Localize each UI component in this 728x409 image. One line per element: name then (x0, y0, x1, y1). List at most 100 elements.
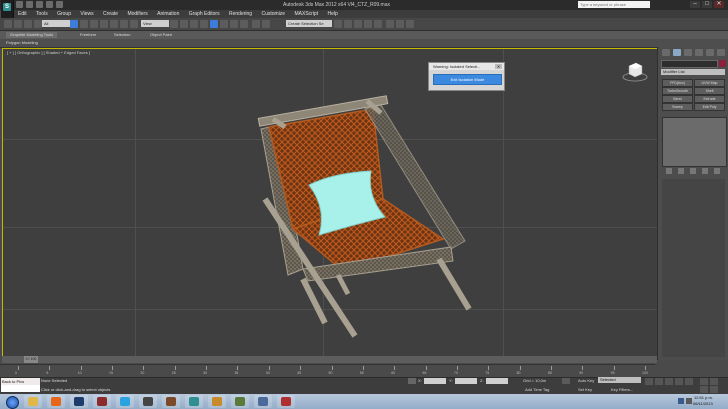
snaps-icon[interactable] (200, 20, 208, 28)
select-by-name-icon[interactable] (80, 20, 88, 28)
layer-manager-icon[interactable] (334, 20, 342, 28)
render-icon[interactable] (406, 20, 414, 28)
manipulate-icon[interactable] (180, 20, 188, 28)
orbit-icon[interactable] (700, 386, 708, 393)
motion-tab-icon[interactable] (695, 49, 703, 56)
show-end-result-icon[interactable] (678, 168, 684, 174)
save-icon[interactable] (36, 1, 43, 8)
align-icon[interactable] (262, 20, 270, 28)
menu-views[interactable]: Views (80, 10, 93, 18)
search-input[interactable] (578, 1, 650, 8)
select-object-icon[interactable] (70, 20, 78, 28)
lock-selection-icon[interactable] (408, 378, 416, 384)
modifier-button-turbosmooth[interactable]: TurboSmooth (662, 87, 693, 95)
utilities-tab-icon[interactable] (717, 49, 725, 56)
menu-maxscript[interactable]: MAXScript (294, 10, 318, 18)
tab-object-paint[interactable]: Object Paint (150, 32, 172, 38)
hierarchy-tab-icon[interactable] (684, 49, 692, 56)
minimize-button[interactable]: – (690, 1, 700, 8)
open-file-icon[interactable] (26, 1, 33, 8)
remove-modifier-icon[interactable] (702, 168, 708, 174)
key-mode-icon[interactable] (562, 378, 570, 384)
time-slider[interactable]: 0 / 100 (2, 356, 657, 363)
maximize-viewport-icon[interactable] (710, 386, 718, 393)
dialog-close-button[interactable]: ✕ (495, 64, 502, 69)
pan-icon[interactable] (710, 378, 718, 385)
modifier-button-sweep[interactable]: Sweep (662, 103, 693, 111)
redo-icon[interactable] (14, 20, 22, 28)
object-color-swatch[interactable] (719, 60, 726, 67)
schematic-view-icon[interactable] (364, 20, 372, 28)
modifier-button-shell[interactable]: Shell (694, 87, 725, 95)
modifier-button-extrude[interactable]: Extrude (694, 95, 725, 103)
taskbar-app-button[interactable] (70, 395, 88, 408)
taskbar-app-button[interactable] (162, 395, 180, 408)
tab-freeform[interactable]: Freeform (80, 32, 96, 38)
mirror-icon[interactable] (252, 20, 260, 28)
y-coordinate-field[interactable] (455, 378, 477, 384)
modifier-stack[interactable] (662, 117, 727, 167)
modifier-button-edit-poly[interactable]: Edit Poly (694, 103, 725, 111)
unlink-icon[interactable] (34, 20, 42, 28)
exit-isolation-mode-button[interactable]: Exit Isolation Mode (433, 74, 502, 85)
taskbar-app-button[interactable] (231, 395, 249, 408)
rotate-icon[interactable] (120, 20, 128, 28)
reference-coordinate-dropdown[interactable]: View (141, 20, 169, 27)
play-icon[interactable] (665, 378, 673, 385)
close-button[interactable]: ✕ (714, 1, 724, 8)
taskbar-app-button[interactable] (24, 395, 42, 408)
undo-icon[interactable] (46, 1, 53, 8)
menu-customize[interactable]: Customize (261, 10, 285, 18)
app-menu-button[interactable]: S (1, 0, 14, 18)
object-name-field[interactable] (661, 60, 718, 68)
make-unique-icon[interactable] (690, 168, 696, 174)
polygon-modeling-label[interactable]: Polygon Modeling (6, 40, 38, 45)
maxscript-listener-output[interactable] (1, 385, 40, 392)
selection-filter-dropdown[interactable]: All (42, 20, 70, 27)
taskbar-app-button[interactable] (139, 395, 157, 408)
set-key-button[interactable]: Set Key (578, 387, 592, 392)
graphite-tools-icon[interactable] (344, 20, 352, 28)
rendered-frame-icon[interactable] (396, 20, 404, 28)
menu-modifiers[interactable]: Modifiers (127, 10, 147, 18)
move-icon[interactable] (110, 20, 118, 28)
redo-icon[interactable] (56, 1, 63, 8)
modifier-button-bend[interactable]: Bend (662, 95, 693, 103)
viewcube-icon[interactable] (622, 60, 648, 82)
volume-tray-icon[interactable] (686, 398, 692, 404)
material-editor-icon[interactable] (374, 20, 382, 28)
go-to-start-icon[interactable] (645, 378, 653, 385)
pivot-icon[interactable] (170, 20, 178, 28)
time-slider-handle[interactable]: 0 / 100 (24, 356, 38, 363)
track-bar[interactable]: 0 5 10 15 20 25 30 35 40 45 50 55 60 65 70 75 80 85 90 95 10… (0, 364, 655, 377)
taskbar-app-button[interactable] (93, 395, 111, 408)
chair-model[interactable] (3, 49, 658, 356)
menu-tools[interactable]: Tools (36, 10, 48, 18)
taskbar-app-button[interactable] (116, 395, 134, 408)
key-filters-button[interactable]: Key Filters... (611, 387, 633, 392)
menu-rendering[interactable]: Rendering (229, 10, 252, 18)
maximize-button[interactable]: □ (702, 1, 712, 8)
modifier-button-uvw-map[interactable]: UVW Map (694, 79, 725, 87)
scale-icon[interactable] (130, 20, 138, 28)
taskbar-app-button[interactable] (208, 395, 226, 408)
window-crossing-icon[interactable] (100, 20, 108, 28)
x-coordinate-field[interactable] (424, 378, 446, 384)
dialog-title-bar[interactable]: Warning: Isolated Selecti... (429, 63, 504, 70)
link-icon[interactable] (24, 20, 32, 28)
z-coordinate-field[interactable] (486, 378, 508, 384)
pin-stack-icon[interactable] (666, 168, 672, 174)
spinner-snap-icon[interactable] (230, 20, 238, 28)
menu-animation[interactable]: Animation (157, 10, 179, 18)
modifier-button-ffd[interactable]: FFD(box) (662, 79, 693, 87)
menu-create[interactable]: Create (103, 10, 118, 18)
keyboard-shortcut-icon[interactable] (190, 20, 198, 28)
previous-frame-icon[interactable] (655, 378, 663, 385)
menu-edit[interactable]: Edit (18, 10, 27, 18)
render-setup-icon[interactable] (386, 20, 394, 28)
menu-group[interactable]: Group (57, 10, 71, 18)
percent-snap-icon[interactable] (220, 20, 228, 28)
taskbar-app-button[interactable] (185, 395, 203, 408)
modify-tab-icon[interactable] (673, 49, 681, 56)
new-file-icon[interactable] (16, 1, 23, 8)
